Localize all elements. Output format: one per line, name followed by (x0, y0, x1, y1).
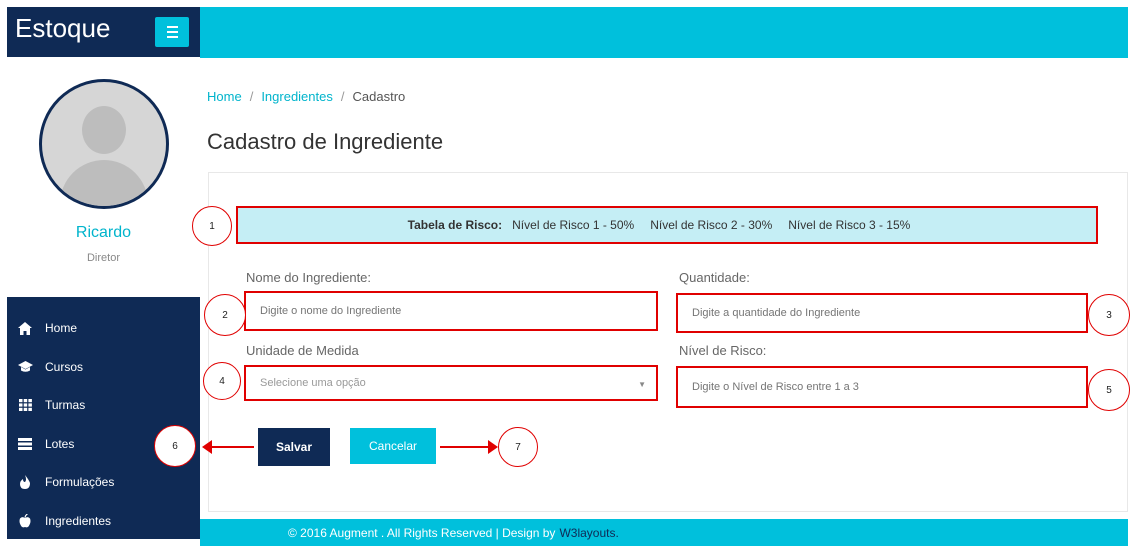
footer-text: © 2016 Augment . All Rights Reserved | D… (288, 525, 556, 540)
grid-icon (17, 398, 33, 412)
sidebar-nav: Home Cursos Turmas Lotes Formulações Ing… (7, 297, 200, 539)
footer: © 2016 Augment . All Rights Reserved | D… (200, 519, 1128, 546)
cancel-button[interactable]: Cancelar (350, 428, 436, 464)
nome-label: Nome do Ingrediente: (246, 270, 372, 285)
breadcrumb-ingredientes-link[interactable]: Ingredientes (261, 89, 333, 104)
sidebar-item-label: Turmas (45, 398, 86, 413)
sidebar-item-home[interactable]: Home (7, 309, 200, 348)
risk-table-banner: Tabela de Risco: Nível de Risco 1 - 50% … (236, 206, 1098, 244)
risk-level-1: Nível de Risco 1 - 50% (512, 218, 635, 232)
arrow-left-icon (202, 440, 254, 454)
save-button[interactable]: Salvar (258, 428, 330, 466)
fire-icon (17, 475, 33, 490)
user-silhouette-icon (82, 106, 126, 154)
breadcrumb-home-link[interactable]: Home (207, 89, 242, 104)
sidebar-item-label: Lotes (45, 436, 75, 451)
top-bar (200, 7, 1128, 58)
unidade-select[interactable]: Selecione uma opção ▼ (244, 365, 658, 401)
unidade-selected-value: Selecione uma opção (260, 377, 366, 389)
callout-1: 1 (192, 206, 232, 246)
page-title: Cadastro de Ingrediente (207, 129, 444, 154)
callout-3: 3 (1088, 294, 1130, 336)
nome-input[interactable] (260, 305, 656, 317)
quantidade-input[interactable] (692, 307, 1086, 319)
sidebar-item-label: Home (45, 321, 78, 336)
sidebar-item-label: Cursos (45, 359, 84, 374)
sidebar-item-ingredientes[interactable]: Ingredientes (7, 502, 200, 541)
graduation-cap-icon (17, 360, 33, 374)
quantidade-field-box (676, 293, 1088, 333)
callout-6: 6 (154, 425, 196, 467)
risco-input[interactable] (692, 381, 1086, 393)
apple-icon (17, 513, 33, 528)
risco-label: Nível de Risco: (679, 343, 767, 358)
home-icon (17, 321, 33, 335)
brand-title[interactable]: Estoque (15, 13, 110, 44)
hamburger-icon-line (167, 31, 178, 33)
callout-7: 7 (498, 427, 538, 467)
unidade-label: Unidade de Medida (246, 343, 359, 358)
footer-w3layouts-link[interactable]: W3layouts. (559, 526, 618, 540)
user-silhouette-body (60, 160, 148, 206)
callout-4: 4 (203, 362, 241, 400)
avatar (39, 79, 169, 209)
hamburger-icon-line (167, 36, 178, 38)
breadcrumb-separator: / (249, 89, 254, 104)
sidebar-item-formulacoes[interactable]: Formulações (7, 463, 200, 502)
risk-level-3: Nível de Risco 3 - 15% (788, 218, 911, 232)
menu-toggle-button[interactable] (155, 17, 189, 47)
quantidade-label: Quantidade: (679, 270, 750, 285)
user-role: Diretor (86, 252, 120, 264)
sidebar-item-label: Formulações (45, 475, 115, 490)
callout-2: 2 (204, 294, 246, 336)
risk-table-label: Tabela de Risco: (407, 218, 503, 232)
nome-field-box (244, 291, 658, 331)
sidebar-item-turmas[interactable]: Turmas (7, 386, 200, 425)
breadcrumb-separator: / (340, 89, 345, 104)
sidebar-item-label: Ingredientes (45, 513, 112, 528)
user-name: Ricardo (75, 224, 132, 241)
breadcrumb: Home / Ingredientes / Cadastro (207, 89, 405, 104)
risco-field-box (676, 366, 1088, 408)
chevron-down-icon: ▼ (638, 380, 646, 389)
callout-5: 5 (1088, 369, 1130, 411)
risk-level-2: Nível de Risco 2 - 30% (650, 218, 773, 232)
hamburger-icon (167, 26, 178, 28)
brand-bar: Estoque (7, 7, 200, 57)
sidebar-item-cursos[interactable]: Cursos (7, 348, 200, 387)
arrow-right-icon (440, 440, 498, 454)
layers-icon (17, 437, 33, 451)
breadcrumb-current: Cadastro (352, 89, 406, 104)
